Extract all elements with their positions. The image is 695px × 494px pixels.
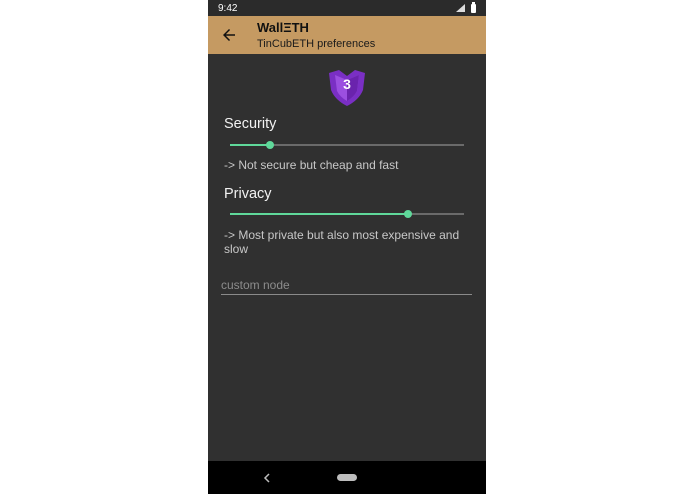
privacy-slider-fill	[230, 213, 408, 215]
app-bar: WallΞTH TinCubETH preferences	[208, 16, 486, 54]
battery-icon	[471, 1, 476, 13]
app-subtitle: TinCubETH preferences	[257, 38, 376, 50]
security-title: Security	[224, 116, 277, 132]
back-arrow-icon[interactable]	[220, 26, 238, 44]
signal-icon	[456, 4, 465, 12]
shield-badge-icon: 3	[329, 70, 365, 106]
custom-node-input[interactable]	[221, 276, 472, 295]
privacy-slider-thumb[interactable]	[403, 210, 412, 218]
security-slider-thumb[interactable]	[265, 141, 274, 149]
privacy-slider[interactable]	[230, 207, 464, 221]
app-title: WallΞTH	[257, 20, 309, 35]
status-icons	[456, 1, 476, 13]
security-slider-fill	[230, 144, 270, 146]
security-slider[interactable]	[230, 138, 464, 152]
badge-number: 3	[343, 76, 351, 92]
security-description: -> Not secure but cheap and fast	[224, 158, 399, 172]
status-time: 9:42	[218, 2, 238, 14]
privacy-description: -> Most private but also most expensive …	[224, 228, 460, 256]
nav-back-icon[interactable]	[262, 472, 272, 484]
nav-home-button[interactable]	[337, 474, 357, 481]
status-bar: 9:42	[208, 0, 486, 16]
phone-screen: 9:42 WallΞTH TinCubETH preferences 3 Sec…	[208, 0, 486, 494]
navigation-bar	[208, 461, 486, 494]
privacy-title: Privacy	[224, 186, 272, 202]
